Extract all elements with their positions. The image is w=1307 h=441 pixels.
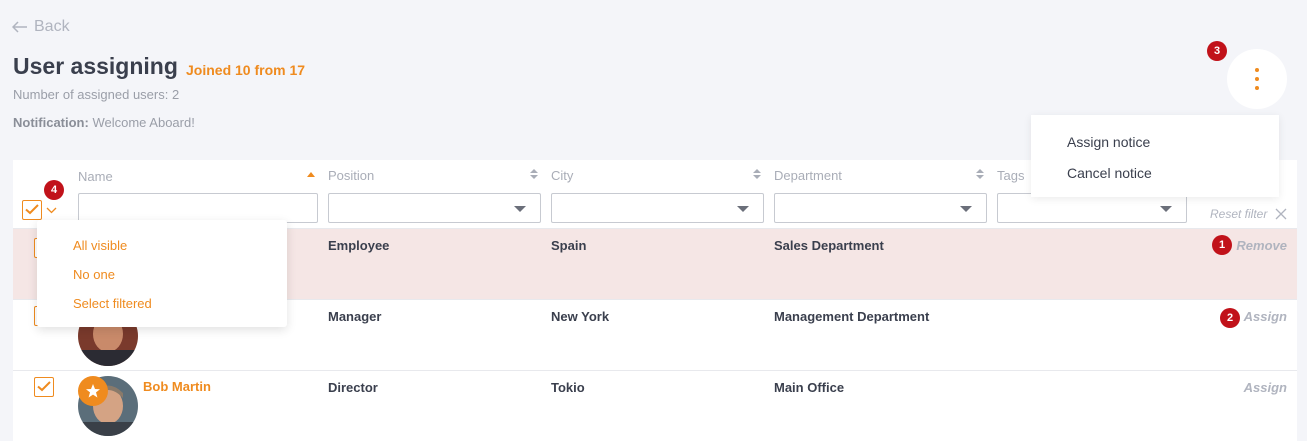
sort-icon[interactable]	[753, 168, 761, 180]
chevron-down-icon[interactable]	[46, 207, 57, 214]
badge-4: 4	[44, 180, 64, 200]
caret-down-icon	[960, 206, 972, 212]
user-name-link[interactable]: Bob Martin	[143, 379, 211, 394]
dropdown-item-all-visible[interactable]: All visible	[73, 238, 127, 253]
row-department: Sales Department	[774, 238, 884, 253]
row-department: Main Office	[774, 380, 845, 395]
city-filter-select[interactable]	[551, 193, 764, 223]
row-department: Management Department	[774, 309, 930, 324]
reset-filter-link[interactable]: Reset filter	[1210, 207, 1267, 221]
column-header-department[interactable]: Department	[774, 168, 842, 183]
badge-1: 1	[1212, 235, 1232, 255]
arrow-left-icon	[12, 21, 27, 33]
row-position: Employee	[328, 238, 390, 253]
caret-down-icon	[1160, 206, 1172, 212]
caret-down-icon	[737, 206, 749, 212]
badge-3: 3	[1207, 41, 1227, 61]
close-icon[interactable]	[1275, 208, 1287, 220]
select-options-dropdown: All visible No one Select filtered	[37, 220, 287, 327]
column-header-city[interactable]: City	[551, 168, 573, 183]
assigned-count: Number of assigned users: 2	[13, 87, 180, 102]
assign-button[interactable]: Assign	[1244, 309, 1287, 324]
column-header-tags[interactable]: Tags	[997, 168, 1024, 183]
row-position: Manager	[328, 309, 382, 324]
back-label: Back	[34, 18, 70, 35]
remove-button[interactable]: Remove	[1236, 238, 1287, 253]
sort-icon[interactable]	[530, 168, 538, 180]
row-position: Director	[328, 380, 378, 395]
check-icon	[37, 381, 51, 392]
select-all-checkbox[interactable]	[22, 200, 42, 220]
dropdown-item-no-one[interactable]: No one	[73, 267, 115, 282]
name-filter-input[interactable]	[78, 193, 318, 223]
notification-value: Welcome Aboard!	[92, 115, 195, 130]
badge-2: 2	[1220, 308, 1240, 328]
notification-line: Notification: Welcome Aboard!	[13, 115, 195, 130]
column-header-name[interactable]: Name	[78, 169, 113, 184]
department-filter-select[interactable]	[774, 193, 987, 223]
options-menu: Assign notice Cancel notice	[1031, 115, 1279, 197]
caret-down-icon	[514, 206, 526, 212]
notification-label: Notification:	[13, 115, 89, 130]
row-city: New York	[551, 309, 610, 324]
kebab-icon	[1255, 68, 1259, 90]
row-city: Tokio	[551, 380, 585, 395]
table-row: Bob Martin Director Tokio Main Office As…	[13, 370, 1297, 441]
column-header-position[interactable]: Position	[328, 168, 374, 183]
page-title: User assigning	[13, 53, 178, 79]
back-link[interactable]: Back	[12, 18, 70, 36]
tags-filter-select[interactable]	[997, 193, 1187, 223]
star-icon	[78, 376, 108, 406]
more-options-button[interactable]	[1227, 49, 1287, 109]
position-filter-select[interactable]	[328, 193, 541, 223]
menu-item-cancel-notice[interactable]: Cancel notice	[1067, 165, 1152, 181]
dropdown-item-select-filtered[interactable]: Select filtered	[73, 296, 152, 311]
check-icon	[25, 204, 39, 215]
joined-status: Joined 10 from 17	[186, 62, 306, 78]
row-checkbox[interactable]	[34, 377, 54, 397]
sort-icon[interactable]	[976, 168, 984, 180]
sort-icon[interactable]	[307, 170, 315, 182]
row-city: Spain	[551, 238, 587, 253]
assign-button[interactable]: Assign	[1244, 380, 1287, 395]
menu-item-assign-notice[interactable]: Assign notice	[1067, 134, 1150, 150]
